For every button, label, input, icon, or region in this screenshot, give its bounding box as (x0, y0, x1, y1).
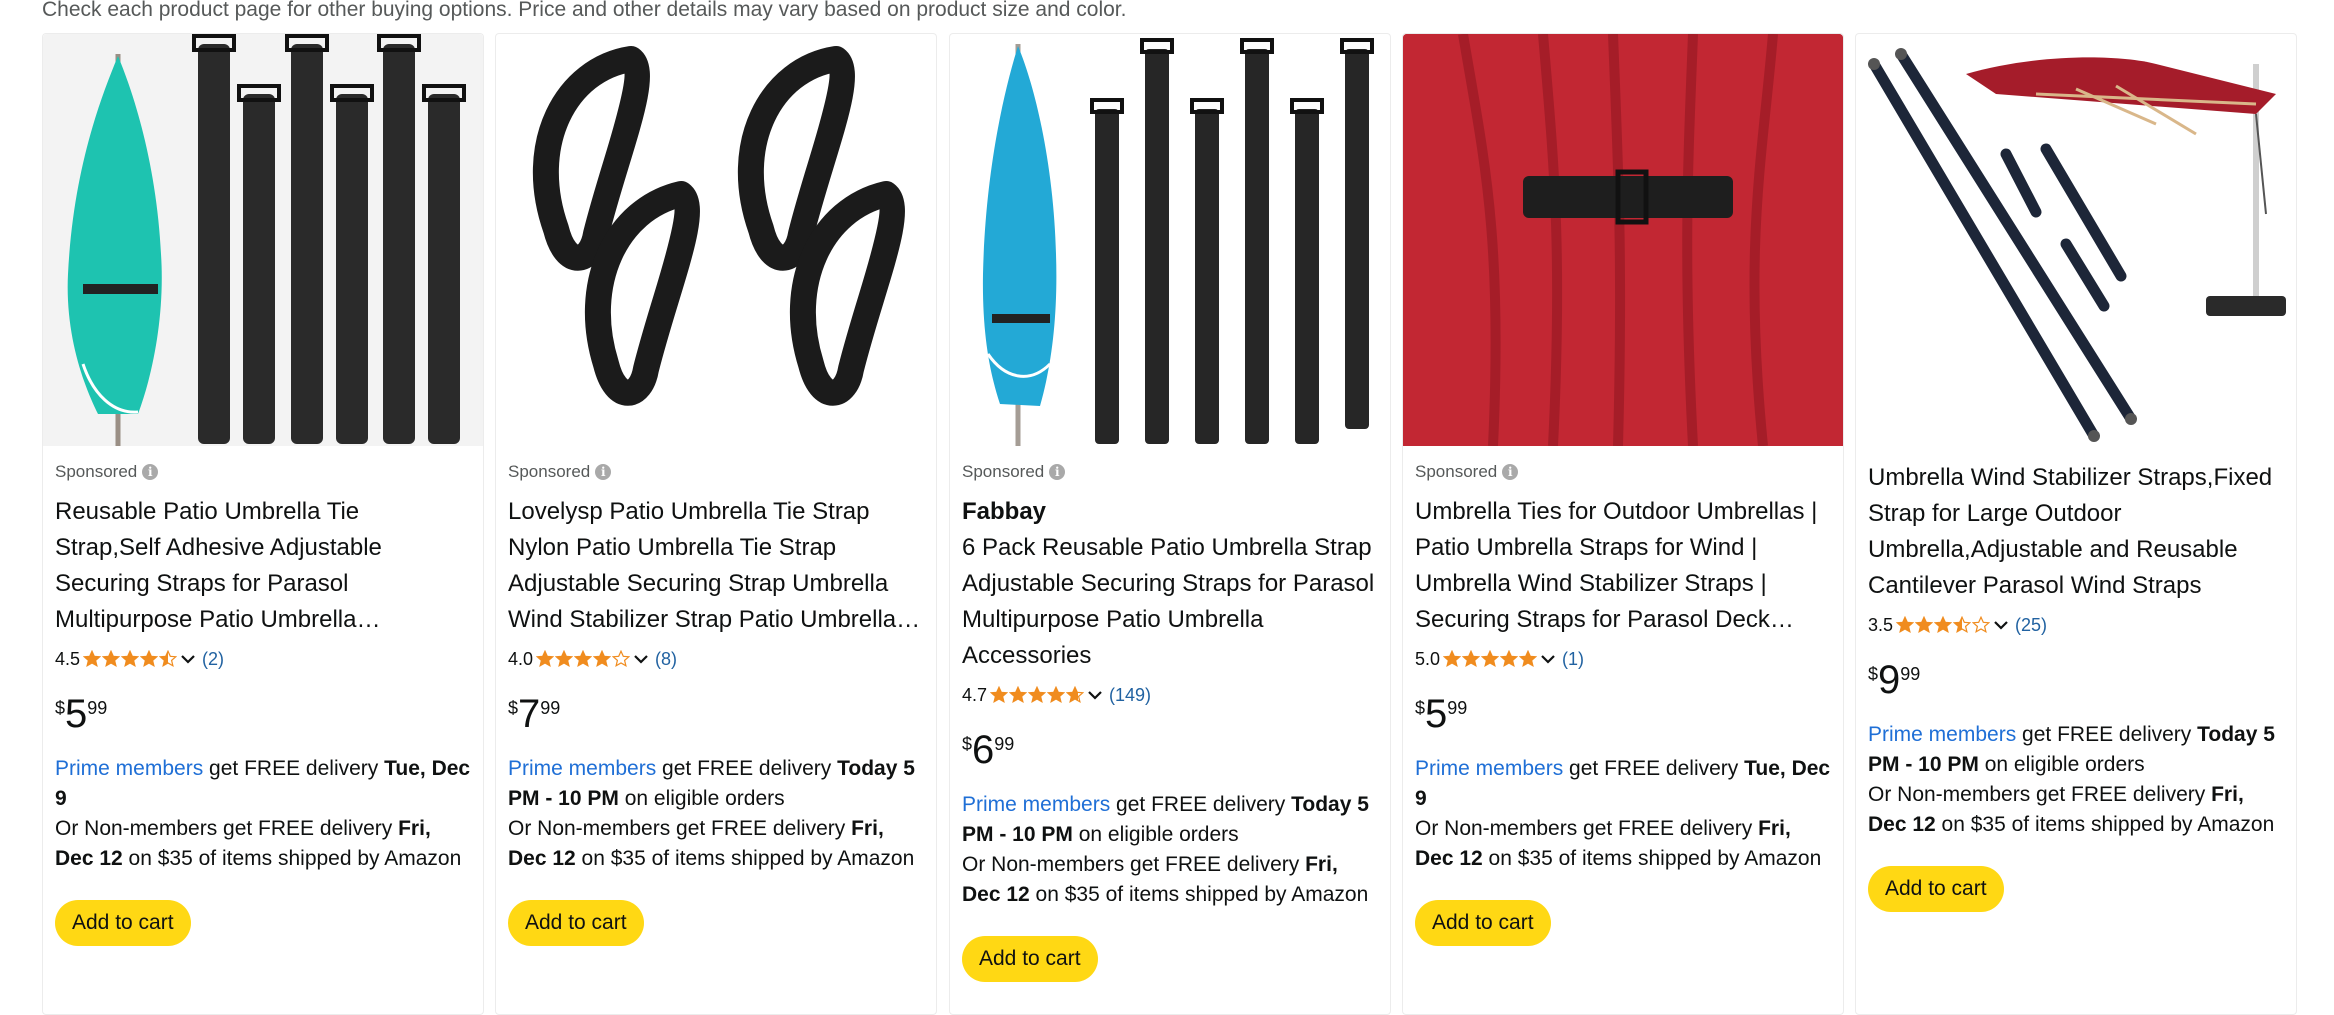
product-image[interactable] (950, 34, 1390, 446)
chevron-down-icon[interactable] (1540, 653, 1556, 665)
prime-members-link[interactable]: Prime members (962, 793, 1110, 816)
info-icon[interactable]: i (1049, 464, 1066, 480)
product-image[interactable] (43, 34, 483, 446)
add-to-cart-button[interactable]: Add to cart (55, 900, 191, 946)
rating-row[interactable]: 4.5 (2) (55, 646, 471, 672)
cantilever-umbrella-straps-icon (1856, 34, 2296, 446)
prime-members-link[interactable]: Prime members (1868, 723, 2016, 746)
review-count-link[interactable]: (2) (202, 649, 224, 670)
star-rating-icon (1896, 616, 1991, 634)
review-count-link[interactable]: (1) (1562, 649, 1584, 670)
star-rating-icon (536, 650, 631, 668)
red-umbrella-tied-icon (1403, 34, 1843, 446)
add-to-cart-button[interactable]: Add to cart (1868, 866, 2004, 912)
product-title[interactable]: 6 Pack Reusable Patio Umbrella Strap Adj… (962, 530, 1378, 674)
product-title[interactable]: Reusable Patio Umbrella Tie Strap,Self A… (55, 494, 471, 638)
add-to-cart-button[interactable]: Add to cart (962, 936, 1098, 982)
rating-row[interactable]: 4.0 (8) (508, 646, 924, 672)
delivery-info: Prime members get FREE delivery Today 5 … (508, 757, 915, 870)
sponsored-label[interactable]: Sponsored i (508, 460, 924, 484)
product-title[interactable]: Umbrella Ties for Outdoor Umbrellas | Pa… (1415, 494, 1831, 638)
chevron-down-icon[interactable] (633, 653, 649, 665)
rating-value: 4.7 (962, 684, 988, 705)
product-card: Sponsored i Fabbay 6 Pack Reusable Patio… (949, 33, 1391, 1015)
chevron-down-icon[interactable] (180, 653, 196, 665)
rating-value: 4.5 (55, 648, 81, 669)
star-rating-icon (83, 650, 178, 668)
price[interactable]: $ 9 99 (1868, 658, 2284, 704)
price[interactable]: $ 7 99 (508, 692, 924, 738)
info-icon[interactable]: i (595, 464, 612, 480)
product-card: Sponsored i Reusable Patio Umbrella Tie … (42, 33, 484, 1015)
product-title[interactable]: Umbrella Wind Stabilizer Straps,Fixed St… (1868, 460, 2284, 604)
review-count-link[interactable]: (8) (655, 649, 677, 670)
delivery-info: Prime members get FREE delivery Tue, Dec… (1415, 757, 1831, 870)
add-to-cart-button[interactable]: Add to cart (1415, 900, 1551, 946)
rating-row[interactable]: 4.7 (149) (962, 682, 1378, 708)
add-to-cart-button[interactable]: Add to cart (508, 900, 644, 946)
chevron-down-icon[interactable] (1993, 619, 2009, 631)
blue-umbrella-with-straps-icon (950, 34, 1390, 446)
review-count-link[interactable]: (25) (2015, 615, 2047, 636)
product-card: Sponsored i Umbrella Ties for Outdoor Um… (1402, 33, 1844, 1015)
prime-members-link[interactable]: Prime members (508, 757, 656, 780)
product-image[interactable] (1856, 34, 2296, 446)
prime-members-link[interactable]: Prime members (55, 757, 203, 780)
sponsored-label[interactable]: Sponsored i (1415, 460, 1831, 484)
product-card: Umbrella Wind Stabilizer Straps,Fixed St… (1855, 33, 2297, 1015)
price[interactable]: $ 5 99 (1415, 692, 1831, 738)
sponsored-label[interactable]: Sponsored i (962, 460, 1378, 484)
info-icon[interactable]: i (142, 464, 159, 480)
brand-name: Fabbay (962, 498, 1047, 525)
teal-umbrella-with-straps-icon (43, 34, 483, 446)
product-title[interactable]: Lovelysp Patio Umbrella Tie Strap Nylon … (508, 494, 924, 638)
product-image[interactable] (496, 34, 936, 446)
rating-row[interactable]: 3.5 (25) (1868, 612, 2284, 638)
black-loop-straps-icon (496, 34, 936, 446)
rating-value: 5.0 (1415, 648, 1441, 669)
rating-value: 4.0 (508, 648, 534, 669)
prime-members-link[interactable]: Prime members (1415, 757, 1563, 780)
rating-value: 3.5 (1868, 614, 1894, 635)
price[interactable]: $ 5 99 (55, 692, 471, 738)
product-card: Sponsored i Lovelysp Patio Umbrella Tie … (495, 33, 937, 1015)
product-image[interactable] (1403, 34, 1843, 446)
star-rating-icon (1443, 650, 1538, 668)
chevron-down-icon[interactable] (1087, 689, 1103, 701)
review-count-link[interactable]: (149) (1109, 685, 1151, 706)
buying-options-notice: Check each product page for other buying… (42, 0, 1127, 21)
delivery-info: Prime members get FREE delivery Today 5 … (1868, 723, 2275, 836)
delivery-info: Prime members get FREE delivery Tue, Dec… (55, 757, 471, 870)
delivery-info: Prime members get FREE delivery Today 5 … (962, 793, 1369, 906)
price[interactable]: $ 6 99 (962, 728, 1378, 774)
rating-row[interactable]: 5.0 (1) (1415, 646, 1831, 672)
sponsored-label[interactable]: Sponsored i (55, 460, 471, 484)
star-rating-icon (990, 686, 1085, 704)
info-icon[interactable]: i (1502, 464, 1519, 480)
